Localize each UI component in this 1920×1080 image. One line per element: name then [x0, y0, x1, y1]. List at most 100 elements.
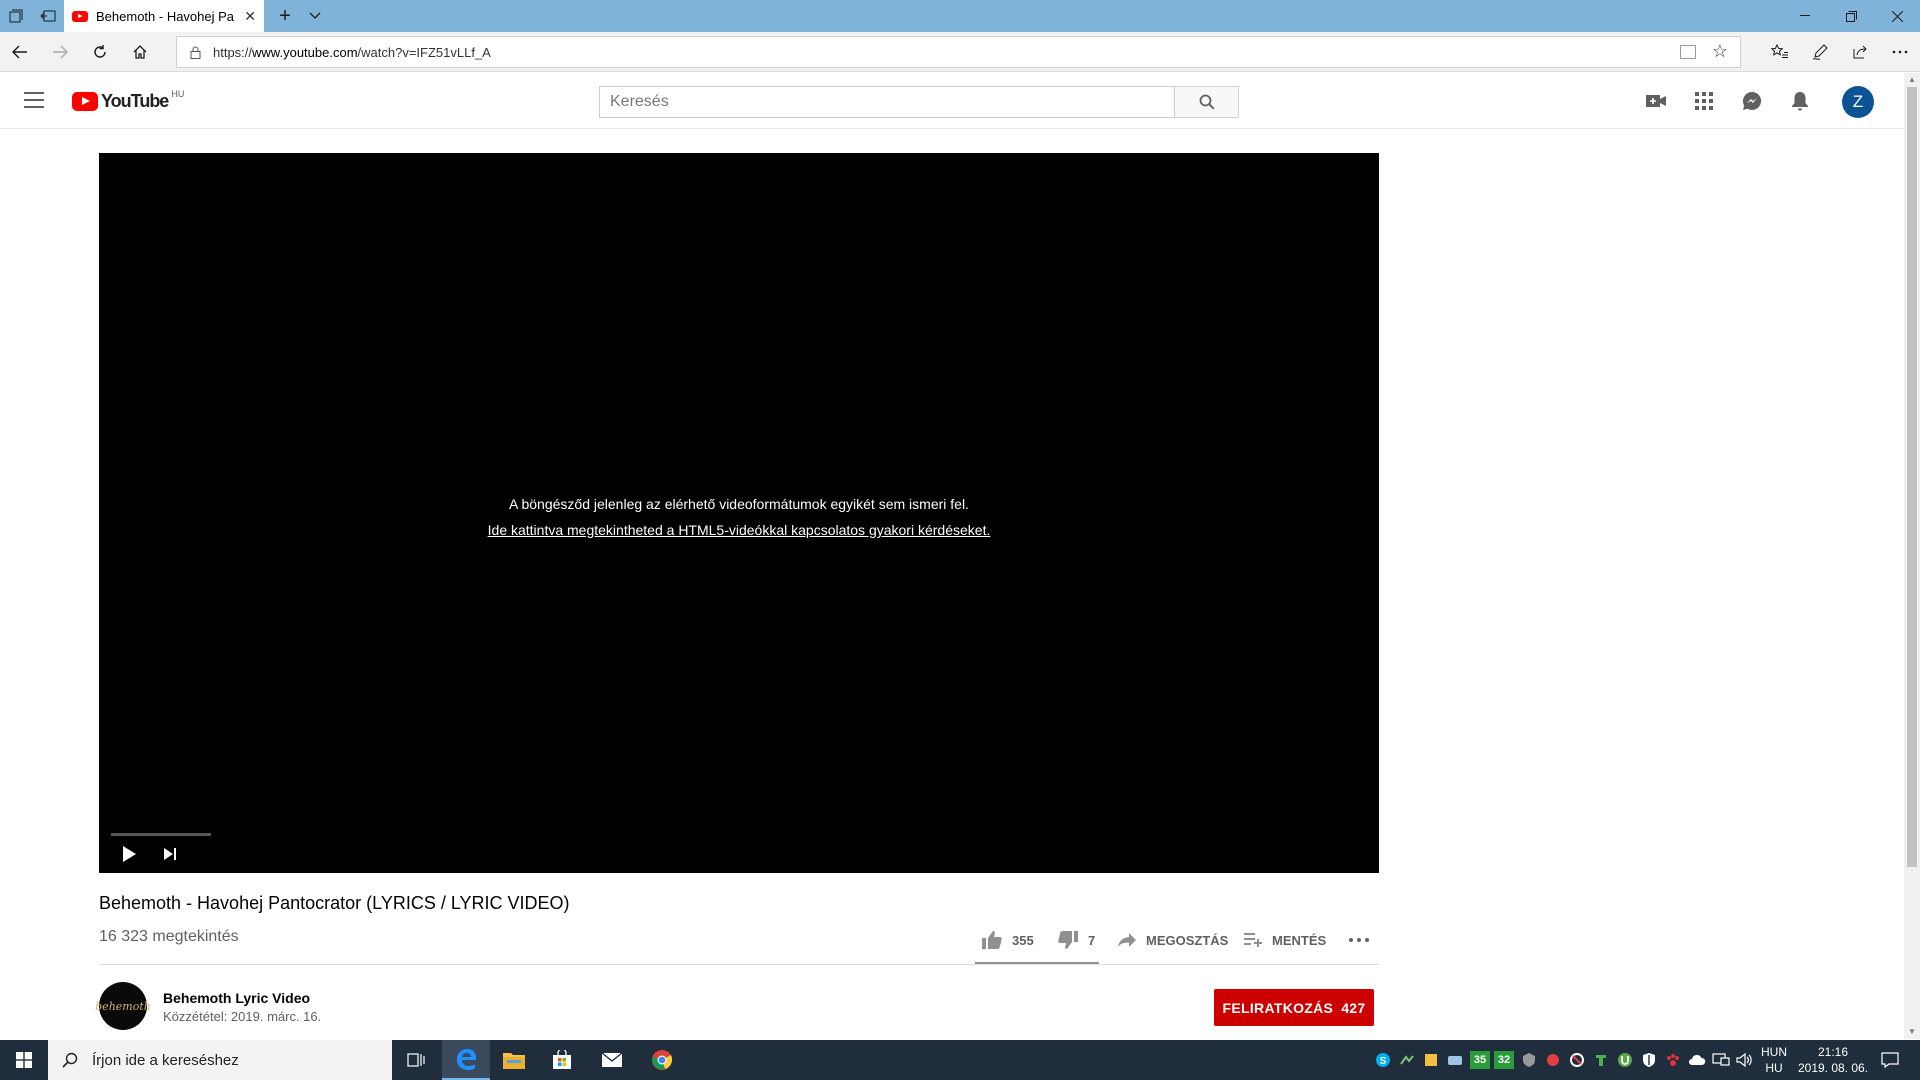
system-clock[interactable]: 21:16 2019. 08. 06.: [1792, 1044, 1874, 1076]
edge-browser-icon[interactable]: [442, 1040, 490, 1080]
security-tray-icon[interactable]: [1544, 1051, 1562, 1069]
search-button[interactable]: [1175, 86, 1239, 118]
save-label: MENTÉS: [1272, 932, 1327, 948]
favorite-star-icon[interactable]: ☆: [1712, 41, 1728, 62]
tab-actions-icon[interactable]: [0, 0, 32, 32]
address-bar-row: https://www.youtube.com/watch?v=IFZ51vLL…: [0, 32, 1920, 72]
new-tab-button[interactable]: +: [270, 0, 300, 32]
tab-title: Behemoth - Havohej Pa: [96, 8, 235, 24]
volume-speaker-icon[interactable]: [1736, 1051, 1754, 1069]
windows-taskbar: Írjon ide a kereséshez S 35 32 HUN HU 21…: [0, 1040, 1920, 1080]
antivirus-tray-icon[interactable]: [1520, 1051, 1538, 1069]
html5-faq-link[interactable]: Ide kattintva megtekintheted a HTML5-vid…: [488, 522, 991, 538]
set-tabs-aside-icon[interactable]: [32, 0, 64, 32]
share-button[interactable]: MEGOSZTÁS: [1118, 928, 1228, 952]
url-field[interactable]: https://www.youtube.com/watch?v=IFZ51vLL…: [176, 36, 1741, 68]
thumbs-down-icon: [1058, 931, 1078, 949]
subscribe-label: FELIRATKOZÁS: [1222, 999, 1334, 1016]
clock-time: 21:16: [1817, 1045, 1849, 1059]
search-box: [599, 86, 1239, 118]
skype-tray-icon[interactable]: S: [1374, 1051, 1392, 1069]
taskbar-search-icon: [62, 1052, 78, 1068]
next-video-icon[interactable]: [163, 847, 177, 861]
youtube-favicon-icon: [72, 10, 88, 22]
logo-text: YouTube: [101, 91, 169, 111]
keyboard-language-indicator[interactable]: HUN HU: [1756, 1044, 1792, 1076]
temperature-badge-1[interactable]: 35: [1470, 1051, 1490, 1069]
notes-tray-icon[interactable]: [1422, 1051, 1440, 1069]
torrent-tray-icon[interactable]: [1616, 1051, 1634, 1069]
lock-icon: [177, 46, 213, 59]
tab-close-icon[interactable]: ✕: [244, 8, 256, 25]
clock-date: 2019. 08. 06.: [1797, 1061, 1869, 1075]
scroll-up-arrow-icon[interactable]: ▲: [1904, 73, 1920, 87]
paw-tray-icon[interactable]: [1664, 1051, 1682, 1069]
minimize-icon[interactable]: [1782, 0, 1828, 32]
tab-list-chevron-icon[interactable]: [300, 0, 330, 32]
share-arrow-icon: [1118, 933, 1136, 947]
reading-view-icon[interactable]: [1680, 45, 1696, 59]
messages-icon[interactable]: [1738, 87, 1766, 115]
search-icon: [1199, 94, 1215, 110]
restore-icon[interactable]: [1828, 0, 1874, 32]
video-player[interactable]: A böngésződ jelenleg az elérhető videofo…: [99, 153, 1379, 873]
like-count: 355: [1012, 932, 1034, 948]
forward-arrow-icon[interactable]: [40, 36, 80, 68]
search-input[interactable]: [599, 86, 1175, 118]
scroll-down-arrow-icon[interactable]: ▼: [1904, 1025, 1920, 1039]
youtube-logo[interactable]: YouTube HU: [72, 88, 185, 112]
share-icon[interactable]: [1840, 36, 1880, 68]
publish-date: Közzététel: 2019. márc. 16.: [163, 1009, 322, 1024]
taskbar-search-field[interactable]: Írjon ide a kereséshez: [48, 1040, 392, 1080]
back-arrow-icon[interactable]: [0, 36, 40, 68]
drive-tray-icon[interactable]: [1446, 1051, 1464, 1069]
file-explorer-icon[interactable]: [490, 1040, 538, 1080]
unsupported-format-text: A böngésződ jelenleg az elérhető videofo…: [509, 496, 969, 512]
create-video-icon[interactable]: [1642, 87, 1670, 115]
onedrive-cloud-icon[interactable]: [1688, 1051, 1706, 1069]
mail-icon[interactable]: [588, 1040, 636, 1080]
network-speed-tray-icon[interactable]: [1398, 1051, 1416, 1069]
language-code-bottom: HU: [1765, 1061, 1783, 1075]
home-icon[interactable]: [120, 36, 160, 68]
channel-name[interactable]: Behemoth Lyric Video: [163, 990, 310, 1006]
url-text: https://www.youtube.com/watch?v=IFZ51vLL…: [213, 44, 491, 60]
menu-icon[interactable]: [24, 92, 44, 108]
dislike-button[interactable]: 7: [1058, 928, 1095, 952]
play-icon[interactable]: [121, 845, 137, 863]
channel-avatar[interactable]: behemoth: [95, 982, 151, 1030]
shield-tray-icon[interactable]: [1640, 1051, 1658, 1069]
network-tray-icon[interactable]: [1712, 1051, 1730, 1069]
apps-grid-icon[interactable]: [1690, 87, 1718, 115]
more-actions-icon[interactable]: [1349, 928, 1369, 952]
youtube-play-logo-icon: [72, 92, 98, 111]
notifications-bell-icon[interactable]: [1786, 87, 1814, 115]
active-tab[interactable]: Behemoth - Havohej Pa ✕: [64, 0, 264, 32]
user-avatar[interactable]: Z: [1842, 86, 1874, 118]
page-scrollbar[interactable]: ▲ ▼: [1904, 73, 1920, 1039]
microsoft-store-icon[interactable]: [538, 1040, 586, 1080]
dislike-count: 7: [1088, 932, 1096, 948]
update-tray-icon[interactable]: [1592, 1051, 1610, 1069]
more-menu-icon[interactable]: [1880, 36, 1920, 68]
subscriber-count: 427: [1341, 999, 1366, 1016]
opera-tray-icon[interactable]: [1568, 1051, 1586, 1069]
task-view-icon[interactable]: [392, 1040, 440, 1080]
save-button[interactable]: MENTÉS: [1244, 928, 1326, 952]
temperature-badge-2[interactable]: 32: [1494, 1051, 1514, 1069]
action-center-icon[interactable]: [1878, 1051, 1902, 1069]
favorites-hub-icon[interactable]: [1760, 36, 1800, 68]
video-title: Behemoth - Havohej Pantocrator (LYRICS /…: [99, 893, 570, 913]
chrome-icon[interactable]: [638, 1040, 686, 1080]
region-code: HU: [171, 88, 185, 99]
refresh-icon[interactable]: [80, 36, 120, 68]
progress-bar[interactable]: [111, 833, 211, 836]
web-note-pen-icon[interactable]: [1800, 36, 1840, 68]
scrollbar-thumb[interactable]: [1907, 87, 1917, 867]
like-button[interactable]: 355: [982, 928, 1034, 952]
windows-start-icon[interactable]: [0, 1040, 48, 1080]
browser-tab-bar: Behemoth - Havohej Pa ✕ +: [0, 0, 1920, 32]
info-divider: [99, 964, 1379, 965]
subscribe-button[interactable]: FELIRATKOZÁS 427: [1214, 989, 1374, 1026]
window-close-icon[interactable]: [1874, 0, 1920, 32]
